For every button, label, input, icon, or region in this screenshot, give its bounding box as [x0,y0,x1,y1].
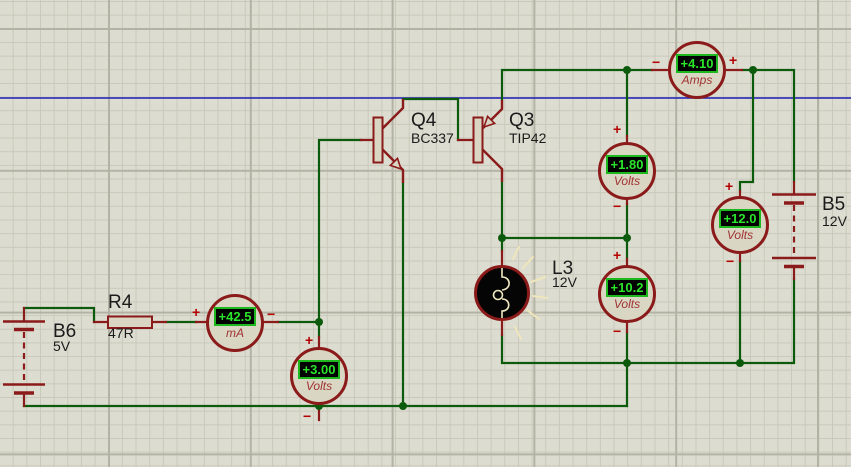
meter-unit-label: Volts [614,298,640,311]
polarity-plus: + [613,124,621,134]
meter-unit-label: mA [226,327,244,340]
meter-unit-label: Volts [614,175,640,188]
meter-unit-label: Volts [306,380,332,393]
ammeter-amps[interactable]: +4.10 Amps [668,41,726,99]
polarity-minus: − [613,201,621,211]
part-value-b6: 5V [53,339,70,353]
voltmeter-120[interactable]: +12.0 Volts [711,196,769,254]
polarity-minus: − [652,57,660,67]
meter-unit-label: Amps [682,74,713,87]
schematic-sheet: +42.5 mA +4.10 Amps +1.80 Volts +10.2 Vo… [0,0,851,467]
part-ref-q3: Q3 [509,111,534,130]
meter-display: +10.2 [606,278,649,297]
polarity-plus: + [613,250,621,260]
battery-b5[interactable] [772,195,816,267]
voltmeter-300[interactable]: +3.00 Volts [290,347,348,405]
polarity-minus: − [303,411,311,421]
polarity-minus: − [726,256,734,266]
lamp-l3[interactable] [476,247,548,339]
component-terminals [24,70,794,420]
part-ref-r4: R4 [108,293,132,312]
polarity-plus: + [725,181,733,191]
part-value-b5: 12V [822,214,847,228]
polarity-minus: − [613,326,621,336]
polarity-plus: + [305,335,313,345]
polarity-minus: − [267,309,275,319]
part-ref-q4: Q4 [411,111,436,130]
ammeter-ma[interactable]: +42.5 mA [206,294,264,352]
meter-display: +42.5 [214,307,257,326]
voltmeter-102[interactable]: +10.2 Volts [598,265,656,323]
part-ref-b5: B5 [822,195,845,214]
wire-net[interactable] [24,70,794,406]
part-value-l3: 12V [552,275,577,289]
transistor-q3[interactable] [474,100,503,182]
transistor-q4[interactable] [374,99,404,183]
meter-display: +3.00 [298,360,341,379]
meter-display: +1.80 [606,155,649,174]
part-value-r4: 47R [108,326,134,340]
meter-unit-label: Volts [727,229,753,242]
meter-display: +12.0 [719,209,762,228]
polarity-plus: + [192,307,200,317]
polarity-plus: + [729,55,737,65]
part-value-q3: TIP42 [509,131,546,145]
meter-display: +4.10 [676,54,719,73]
battery-b6[interactable] [3,322,45,394]
voltmeter-180[interactable]: +1.80 Volts [598,142,656,200]
part-value-q4: BC337 [411,131,454,145]
